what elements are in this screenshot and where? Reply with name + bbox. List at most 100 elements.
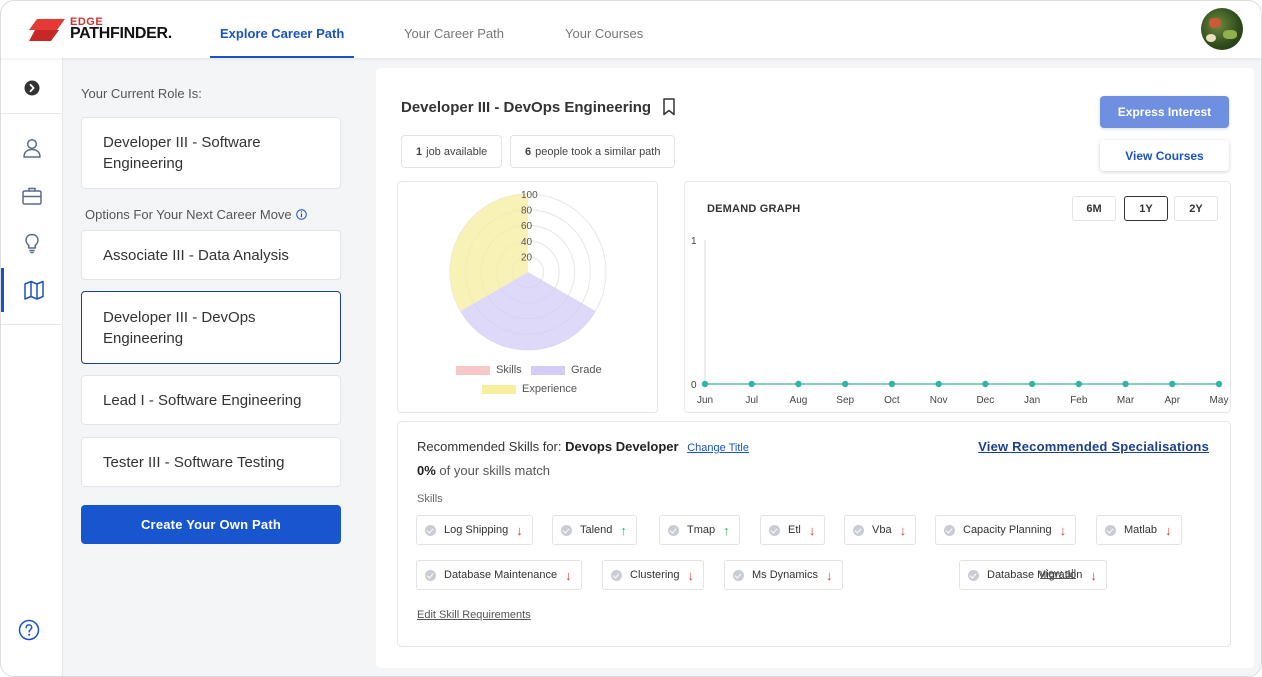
demand-point[interactable] xyxy=(1122,380,1129,388)
sidebar-item-explore[interactable] xyxy=(1,268,63,312)
skill-chip-label: Capacity Planning xyxy=(963,524,1052,536)
legend-item-skills: Skills xyxy=(456,364,522,376)
demand-point[interactable] xyxy=(841,380,849,388)
career-option-label: Associate III - Data Analysis xyxy=(103,246,289,264)
current-role-label: Your Current Role Is: xyxy=(81,86,202,101)
sidebar-item-ideas[interactable] xyxy=(1,221,63,265)
arrow-down-icon: ↓ xyxy=(899,522,907,538)
demand-point[interactable] xyxy=(795,380,802,388)
expand-sidebar-button[interactable] xyxy=(1,66,63,110)
legend-swatch xyxy=(482,384,516,394)
tab-your-courses[interactable]: Your Courses xyxy=(555,1,653,58)
skill-chip[interactable]: Log Shipping ↓ xyxy=(416,515,533,545)
career-option-label: Developer III - DevOps Engineering xyxy=(103,308,256,347)
tab-explore-career-path[interactable]: Explore Career Path xyxy=(210,1,355,58)
current-role-card: Developer III - Software Engineering xyxy=(81,117,341,189)
skill-chip-label: Vba xyxy=(872,524,892,536)
demand-point[interactable] xyxy=(701,380,709,388)
chevron-right-circle-icon xyxy=(24,80,40,96)
sidebar-item-jobs[interactable] xyxy=(1,174,63,218)
demand-point[interactable] xyxy=(748,380,755,388)
info-icon[interactable] xyxy=(296,209,308,220)
career-option-card[interactable]: Lead I - Software Engineering xyxy=(81,375,341,425)
check-circle-icon xyxy=(853,524,864,536)
skill-chip[interactable]: Vba ↓ xyxy=(844,515,917,545)
skill-chip[interactable]: Ms Dynamics ↓ xyxy=(724,560,843,590)
arrow-down-icon: ↓ xyxy=(1165,522,1172,538)
edge-pathfinder-logo[interactable]: EDGE PATHFINDER. xyxy=(29,16,179,44)
bookmark-icon[interactable] xyxy=(661,97,677,117)
skill-chip[interactable]: Database Migration ↓ xyxy=(959,560,1107,590)
user-avatar[interactable] xyxy=(1201,8,1243,50)
x-tick-label: Sep xyxy=(836,395,854,406)
current-role-text: Developer III - Software Engineering xyxy=(103,134,261,172)
x-tick-label: Jun xyxy=(697,395,713,406)
career-option-label: Lead I - Software Engineering xyxy=(103,391,302,409)
tab-your-career-path[interactable]: Your Career Path xyxy=(394,1,514,58)
radar-tick-label: 40 xyxy=(521,237,533,248)
demand-point[interactable] xyxy=(935,380,942,388)
arrow-down-icon: ↓ xyxy=(1059,522,1067,538)
skill-chip-label: Clustering xyxy=(630,569,680,581)
x-tick-label: Feb xyxy=(1070,395,1088,406)
recommended-skills-heading: Recommended Skills for: Devops Developer… xyxy=(417,439,749,454)
arrow-down-icon: ↓ xyxy=(826,567,833,583)
demand-point[interactable] xyxy=(982,380,989,388)
demand-point[interactable] xyxy=(1215,380,1223,388)
edit-skill-requirements-link[interactable]: Edit Skill Requirements xyxy=(417,609,531,621)
legend-item-experience: Experience xyxy=(482,383,577,395)
career-option-label: Tester III - Software Testing xyxy=(103,453,285,471)
express-interest-button[interactable]: Express Interest xyxy=(1100,96,1229,128)
sidebar-item-profile[interactable] xyxy=(1,126,63,170)
check-circle-icon xyxy=(611,569,622,581)
x-tick-label: Oct xyxy=(884,395,900,406)
career-option-card[interactable]: Tester III - Software Testing xyxy=(81,437,341,487)
demand-point[interactable] xyxy=(1075,380,1083,388)
skill-chip-label: Log Shipping xyxy=(444,524,509,536)
radar-chart-card: 20 40 60 80 100 Skills Grade Experience xyxy=(397,181,658,413)
skill-chip-label: Ms Dynamics xyxy=(752,569,819,581)
arrow-up-icon: ↑ xyxy=(723,522,730,538)
skill-chip[interactable]: Matlab ↓ xyxy=(1096,515,1182,545)
radar-chart: 20 40 60 80 100 xyxy=(449,190,607,351)
arrow-down-icon: ↓ xyxy=(565,567,572,583)
skills-match-text: 0% of your skills match xyxy=(417,463,550,478)
skill-chip[interactable]: Database Maintenance ↓ xyxy=(416,560,582,590)
check-circle-icon xyxy=(1105,524,1116,536)
check-circle-icon xyxy=(561,524,572,536)
skill-chip-label: Matlab xyxy=(1124,524,1158,536)
y-tick-label: 0 xyxy=(691,380,697,391)
skill-chip[interactable]: Clustering ↓ xyxy=(602,560,705,590)
skill-chip-label: Tmap xyxy=(687,524,716,536)
similar-path-badge: 6 people took a similar path xyxy=(510,135,676,168)
create-own-path-button[interactable]: Create Your Own Path xyxy=(81,505,341,544)
x-tick-label: Mar xyxy=(1117,395,1135,406)
skill-chip[interactable]: Tmap ↑ xyxy=(659,515,740,545)
page-title: Developer III - DevOps Engineering xyxy=(401,99,652,116)
career-options-panel: Your Current Role Is: Developer III - So… xyxy=(63,58,375,658)
demand-point[interactable] xyxy=(888,380,896,388)
arrow-down-icon: ↓ xyxy=(516,522,523,538)
demand-line-chart: 1 0Jun Jul Aug Sep Oct Nov Dec Jan Feb Mar Apr May xyxy=(691,236,1228,406)
app-window: EDGE PATHFINDER. Explore Career Path You… xyxy=(0,0,1262,677)
career-option-card-selected[interactable]: Developer III - DevOps Engineering xyxy=(81,291,341,364)
career-detail-panel: Developer III - DevOps Engineering 1 job… xyxy=(376,68,1254,668)
skill-chip[interactable]: Talend ↑ xyxy=(552,515,637,545)
logo-mark-icon xyxy=(29,19,65,41)
change-title-link[interactable]: Change Title xyxy=(687,442,749,454)
skill-chip-label: Talend xyxy=(580,524,613,536)
skill-chip[interactable]: Capacity Planning ↓ xyxy=(935,515,1077,545)
view-all-skills-link[interactable]: view all xyxy=(1040,568,1076,580)
career-option-card[interactable]: Associate III - Data Analysis xyxy=(81,230,341,280)
x-tick-label: Aug xyxy=(790,395,808,406)
check-circle-icon xyxy=(425,569,436,581)
recommended-role: Devops Developer xyxy=(565,439,679,454)
jobs-available-badge: 1 job available xyxy=(401,135,503,168)
help-icon xyxy=(18,619,40,641)
demand-point[interactable] xyxy=(1028,380,1036,388)
help-button[interactable] xyxy=(1,608,60,652)
view-courses-button[interactable]: View Courses xyxy=(1100,140,1229,171)
skill-chip[interactable]: Etl ↓ xyxy=(760,515,826,545)
demand-point[interactable] xyxy=(1169,380,1176,388)
view-specialisations-link[interactable]: View Recommended Specialisations xyxy=(978,439,1209,454)
